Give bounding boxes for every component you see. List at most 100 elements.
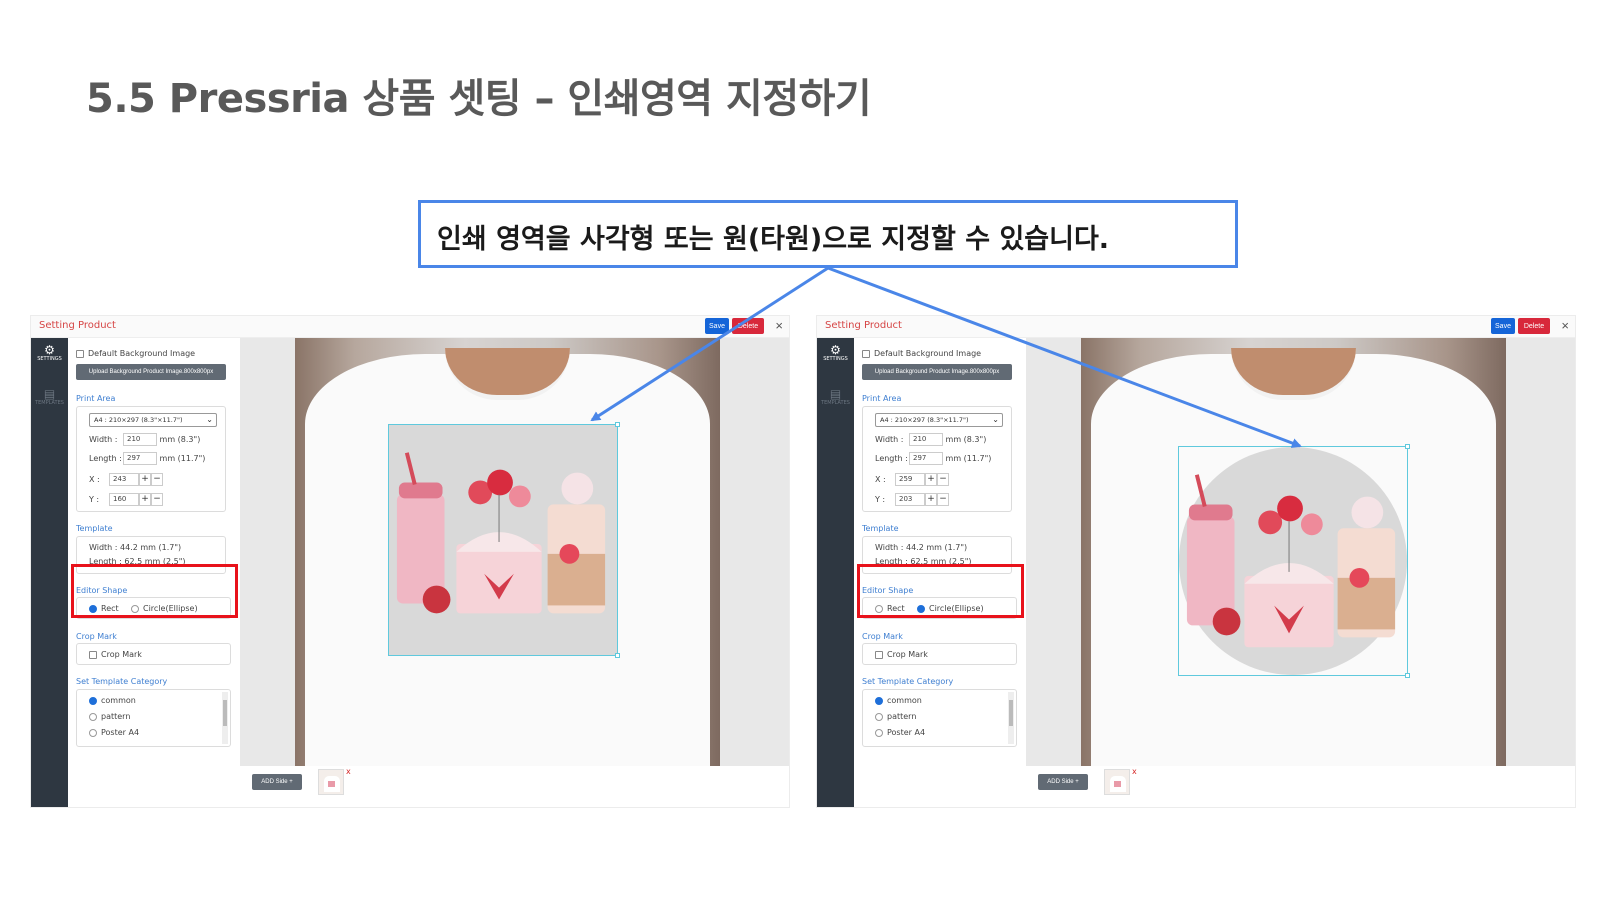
category-radio[interactable]: [89, 712, 97, 721]
crop-mark-row[interactable]: Crop Mark: [875, 650, 928, 659]
product-canvas: [240, 338, 789, 766]
width-input[interactable]: 210: [123, 433, 157, 446]
category-item[interactable]: pattern: [89, 712, 130, 721]
side-bar: ADD Side + x: [240, 766, 789, 807]
x-minus-button[interactable]: −: [151, 473, 163, 486]
y-plus-button[interactable]: +: [139, 493, 151, 506]
length-input[interactable]: 297: [909, 452, 943, 465]
length-label: Length :: [875, 454, 908, 463]
length-label: Length :: [89, 454, 122, 463]
category-scrollbar[interactable]: [1008, 692, 1014, 744]
add-side-button[interactable]: ADD Side +: [252, 774, 302, 790]
width-row: Width : 210 mm (8.3"): [875, 433, 986, 446]
chevron-down-icon: ⌄: [992, 415, 999, 424]
length-row: Length :297 mm (11.7"): [89, 452, 205, 465]
print-area-ellipse[interactable]: [1178, 444, 1410, 678]
category-radio[interactable]: [875, 728, 883, 737]
delete-button[interactable]: Delete: [1518, 318, 1550, 334]
category-item[interactable]: pattern: [875, 712, 916, 721]
template-icon: ▤: [829, 387, 842, 401]
x-input[interactable]: 259: [895, 473, 925, 486]
window-title: Setting Product: [825, 320, 902, 331]
print-area-rect[interactable]: [388, 422, 620, 658]
default-bg-checkbox[interactable]: [862, 349, 870, 358]
category-radio[interactable]: [875, 712, 883, 721]
delete-button[interactable]: Delete: [732, 318, 764, 334]
remove-side-icon[interactable]: x: [346, 767, 351, 776]
width-label: Width :: [875, 435, 904, 444]
y-label: Y :: [89, 495, 100, 504]
category-label: pattern: [101, 712, 131, 721]
close-icon[interactable]: ×: [775, 318, 783, 333]
close-icon[interactable]: ×: [1561, 318, 1569, 333]
template-width: Width : 44.2 mm (1.7"): [89, 543, 182, 552]
length-unit: mm (11.7"): [159, 454, 206, 463]
editor-shape-highlight: [71, 564, 238, 618]
side-thumbnail[interactable]: [318, 769, 344, 795]
print-area-heading: Print Area: [862, 394, 902, 403]
crop-mark-heading: Crop Mark: [862, 632, 903, 641]
x-plus-button[interactable]: +: [925, 473, 937, 486]
crop-mark-label: Crop Mark: [101, 650, 142, 659]
print-area-box: A4 : 210×297 (8.3"×11.7") ⌄ Width : 210 mm…: [862, 406, 1012, 512]
category-radio[interactable]: [875, 696, 883, 705]
print-size-select[interactable]: A4 : 210×297 (8.3"×11.7") ⌄: [875, 413, 1003, 427]
width-unit: mm (8.3"): [945, 435, 987, 444]
sidebar-item-settings[interactable]: ⚙ SETTINGS: [817, 344, 854, 362]
upload-bg-button[interactable]: Upload Background Product Image.800x800p…: [76, 364, 226, 380]
template-category-heading: Set Template Category: [76, 677, 168, 686]
y-minus-button[interactable]: −: [151, 493, 163, 506]
side-thumbnail[interactable]: [1104, 769, 1130, 795]
width-unit: mm (8.3"): [159, 435, 201, 444]
save-button[interactable]: Save: [1491, 318, 1515, 334]
width-row: Width : 210 mm (8.3"): [89, 433, 200, 446]
category-item[interactable]: common: [875, 696, 922, 705]
x-minus-button[interactable]: −: [937, 473, 949, 486]
category-item[interactable]: common: [89, 696, 136, 705]
width-input[interactable]: 210: [909, 433, 943, 446]
gear-icon: ⚙: [44, 343, 55, 357]
crop-mark-box: Crop Mark: [862, 643, 1017, 665]
default-bg-label: Default Background Image: [88, 349, 196, 358]
category-scrollbar[interactable]: [222, 692, 228, 744]
x-input[interactable]: 243: [109, 473, 139, 486]
sidebar-item-templates[interactable]: ▤ TEMPLATES: [817, 388, 854, 406]
editor-shape-highlight: [857, 564, 1024, 618]
tshirt-photo: [1081, 338, 1506, 766]
setting-panel-ellipse: Setting Product Save Delete × ⚙ SETTINGS…: [816, 315, 1576, 808]
y-input[interactable]: 160: [109, 493, 139, 506]
save-button[interactable]: Save: [705, 318, 729, 334]
category-label: common: [101, 696, 136, 705]
add-side-button[interactable]: ADD Side +: [1038, 774, 1088, 790]
y-plus-button[interactable]: +: [925, 493, 937, 506]
category-item[interactable]: Poster A4: [89, 728, 139, 737]
category-radio[interactable]: [89, 696, 97, 705]
print-size-value: A4 : 210×297 (8.3"×11.7"): [880, 416, 969, 424]
crop-mark-row[interactable]: Crop Mark: [89, 650, 142, 659]
default-bg-row[interactable]: Default Background Image: [76, 349, 195, 358]
width-label: Width :: [89, 435, 118, 444]
tshirt-photo: [295, 338, 720, 766]
gear-icon: ⚙: [830, 343, 841, 357]
x-plus-button[interactable]: +: [139, 473, 151, 486]
setting-panel-rect: Setting Product Save Delete × ⚙ SETTINGS…: [30, 315, 790, 808]
y-minus-button[interactable]: −: [937, 493, 949, 506]
print-size-value: A4 : 210×297 (8.3"×11.7"): [94, 416, 183, 424]
category-radio[interactable]: [89, 728, 97, 737]
sidebar-item-settings[interactable]: ⚙ SETTINGS: [31, 344, 68, 362]
print-size-select[interactable]: A4 : 210×297 (8.3"×11.7") ⌄: [89, 413, 217, 427]
upload-bg-button[interactable]: Upload Background Product Image.800x800p…: [862, 364, 1012, 380]
default-bg-label: Default Background Image: [874, 349, 982, 358]
remove-side-icon[interactable]: x: [1132, 767, 1137, 776]
default-bg-row[interactable]: Default Background Image: [862, 349, 981, 358]
length-input[interactable]: 297: [123, 452, 157, 465]
slide-title: 5.5 Pressria 상품 셋팅 – 인쇄영역 지정하기: [86, 76, 872, 122]
crop-mark-label: Crop Mark: [887, 650, 928, 659]
default-bg-checkbox[interactable]: [76, 349, 84, 358]
sidebar-item-templates[interactable]: ▤ TEMPLATES: [31, 388, 68, 406]
y-input[interactable]: 203: [895, 493, 925, 506]
design-artwork: [396, 452, 606, 614]
category-item[interactable]: Poster A4: [875, 728, 925, 737]
crop-mark-checkbox[interactable]: [875, 650, 883, 659]
crop-mark-checkbox[interactable]: [89, 650, 97, 659]
